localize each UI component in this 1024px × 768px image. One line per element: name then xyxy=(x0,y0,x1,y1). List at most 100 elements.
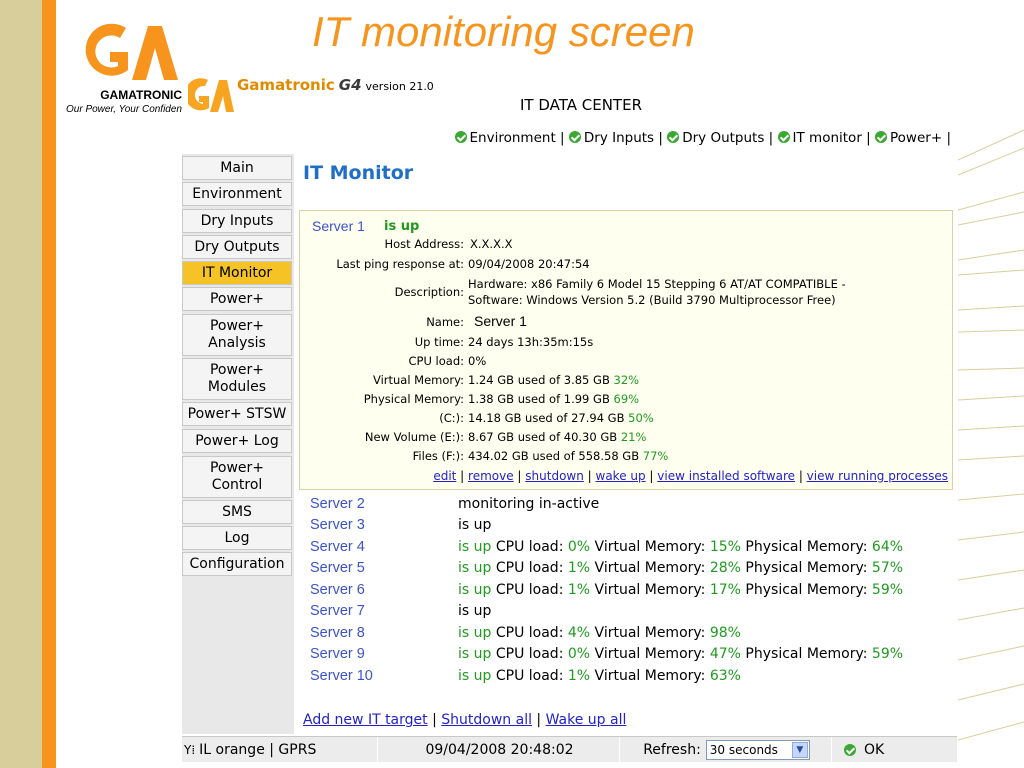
server-status: is up xyxy=(458,646,492,662)
pm-label: Physical Memory: xyxy=(745,582,868,598)
cpu-value: 4% xyxy=(567,625,591,641)
server-name[interactable]: Server 7 xyxy=(310,603,365,619)
virtual-memory-label: Virtual Memory: xyxy=(372,373,464,387)
top-nav-environment[interactable]: Environment xyxy=(454,130,556,146)
edit-link[interactable]: edit xyxy=(433,469,456,483)
main-content: IT Monitor Server 1 is up Host Address: … xyxy=(296,154,957,734)
host-address-row: Host Address: X.X.X.X xyxy=(300,235,954,253)
server-name[interactable]: Server 1 xyxy=(312,218,365,234)
refresh-selected-value: 30 seconds xyxy=(709,743,778,757)
cpu-load-value: 0% xyxy=(468,354,487,368)
server-name[interactable]: Server 9 xyxy=(310,646,365,662)
view-running-processes-link[interactable]: view running processes xyxy=(807,469,948,483)
cpu-label: CPU load: xyxy=(495,539,564,555)
add-it-target-link[interactable]: Add new IT target xyxy=(303,712,428,728)
server-name[interactable]: Server 8 xyxy=(310,625,365,641)
server-row: Server 9 is up CPU load: 0% Virtual Memo… xyxy=(296,644,957,664)
sidebar-item-power-stsw[interactable]: Power+ STSW xyxy=(182,402,292,426)
top-nav-label: IT monitor xyxy=(792,130,862,146)
sidebar-item-power-control[interactable]: Power+ Control xyxy=(182,456,292,498)
refresh-select[interactable]: 30 seconds ▼ xyxy=(705,740,810,760)
sidebar-item-dry-outputs[interactable]: Dry Outputs xyxy=(182,235,292,259)
vm-label: Virtual Memory: xyxy=(594,625,706,641)
status-datetime: 09/04/2008 20:48:02 xyxy=(380,737,620,762)
top-nav-it-monitor[interactable]: IT monitor xyxy=(777,130,862,146)
server-row: Server 5 is up CPU load: 1% Virtual Memo… xyxy=(296,558,957,578)
vm-value: 63% xyxy=(709,668,741,684)
server-name[interactable]: Server 2 xyxy=(310,496,365,512)
sidebar-item-sms[interactable]: SMS xyxy=(182,500,292,524)
server-name[interactable]: Server 6 xyxy=(310,582,365,598)
wake-up-all-link[interactable]: Wake up all xyxy=(546,712,627,728)
drive-c-used: 14.18 GB used of 27.94 GB xyxy=(468,411,625,425)
server-action-links: edit | remove | shutdown | wake up | vie… xyxy=(433,469,948,483)
server-row: Server 4 is up CPU load: 0% Virtual Memo… xyxy=(296,537,957,557)
top-nav-label: Environment xyxy=(469,130,556,146)
view-installed-software-link[interactable]: view installed software xyxy=(657,469,795,483)
check-circle-icon xyxy=(568,131,581,143)
sidebar-item-power-modules[interactable]: Power+ Modules xyxy=(182,358,292,400)
server-row: Server 3 is up xyxy=(296,515,957,535)
pm-value: 64% xyxy=(871,539,904,555)
app-logo-icon xyxy=(188,78,234,112)
sidebar-item-environment[interactable]: Environment xyxy=(182,182,292,206)
server-metrics: is up CPU load: 1% Virtual Memory: 17% P… xyxy=(458,582,903,598)
description-line-2: Software: Windows Version 5.2 (Build 379… xyxy=(468,293,836,307)
drive-e-label: New Volume (E:): xyxy=(364,430,464,444)
refresh-label: Refresh: xyxy=(643,742,701,758)
shutdown-all-link[interactable]: Shutdown all xyxy=(441,712,532,728)
sidebar-item-log[interactable]: Log xyxy=(182,526,292,550)
description-row: Description: Hardware: x86 Family 6 Mode… xyxy=(300,275,954,311)
top-nav-power-plus[interactable]: Power+ xyxy=(875,130,942,146)
sidebar-item-it-monitor[interactable]: IT Monitor xyxy=(182,261,292,285)
cpu-label: CPU load: xyxy=(495,582,564,598)
server-detail-panel: Server 1 is up Host Address: X.X.X.X Las… xyxy=(299,210,953,490)
virtual-memory-used: 1.24 GB used of 3.85 GB xyxy=(468,373,610,387)
top-nav-label: Dry Inputs xyxy=(583,130,655,146)
vm-value: 28% xyxy=(709,560,741,576)
cpu-value: 1% xyxy=(567,668,591,684)
top-nav-dry-outputs[interactable]: Dry Outputs xyxy=(667,130,764,146)
sidebar-item-configuration[interactable]: Configuration xyxy=(182,552,292,576)
server-name[interactable]: Server 10 xyxy=(310,668,373,684)
drive-f-used: 434.02 GB used of 558.58 GB xyxy=(468,449,640,463)
physical-memory-percent: 69% xyxy=(613,392,640,406)
cpu-label: CPU load: xyxy=(495,668,564,684)
chevron-down-icon[interactable]: ▼ xyxy=(791,742,808,758)
top-nav-label: Dry Outputs xyxy=(682,130,765,146)
drive-e-percent: 21% xyxy=(620,430,647,444)
sidebar-item-main[interactable]: Main xyxy=(182,156,292,180)
server-row: Server 10 is up CPU load: 1% Virtual Mem… xyxy=(296,666,957,686)
check-circle-icon xyxy=(844,744,856,756)
physical-memory-row: Physical Memory: 1.38 GB used of 1.99 GB… xyxy=(300,390,954,408)
pm-value: 57% xyxy=(871,560,904,576)
name-value: Server 1 xyxy=(474,313,527,329)
remove-link[interactable]: remove xyxy=(468,469,514,483)
slide-decorative-lines xyxy=(958,129,1024,741)
server-name[interactable]: Server 5 xyxy=(310,560,365,576)
name-label: Name: xyxy=(426,315,464,329)
pm-value: 59% xyxy=(871,582,904,598)
cpu-load-label: CPU load: xyxy=(408,354,465,368)
cpu-load-row: CPU load: 0% xyxy=(300,352,954,370)
top-nav-dry-inputs[interactable]: Dry Inputs xyxy=(568,130,655,146)
server-name[interactable]: Server 4 xyxy=(310,539,365,555)
system-status-label: OK xyxy=(864,742,885,758)
server-name[interactable]: Server 3 xyxy=(310,517,365,533)
sidebar-item-dry-inputs[interactable]: Dry Inputs xyxy=(182,209,292,233)
description-line-1: Hardware: x86 Family 6 Model 15 Stepping… xyxy=(468,277,846,291)
vm-label: Virtual Memory: xyxy=(594,582,706,598)
vm-value: 98% xyxy=(709,625,741,641)
drive-f-row: Files (F:): 434.02 GB used of 558.58 GB … xyxy=(300,447,954,465)
drive-c-label: (C:): xyxy=(439,411,464,425)
sidebar-item-power-analysis[interactable]: Power+ Analysis xyxy=(182,314,292,356)
name-row: Name: Server 1 xyxy=(300,313,954,333)
wake-up-link[interactable]: wake up xyxy=(596,469,646,483)
host-address-label: Host Address: xyxy=(384,237,464,251)
server-row: Server 6 is up CPU load: 1% Virtual Memo… xyxy=(296,580,957,600)
server-metrics: is up CPU load: 1% Virtual Memory: 28% P… xyxy=(458,560,903,576)
sidebar-item-power-plus[interactable]: Power+ xyxy=(182,287,292,311)
virtual-memory-value: 1.24 GB used of 3.85 GB 32% xyxy=(468,373,639,387)
sidebar-item-power-log[interactable]: Power+ Log xyxy=(182,429,292,453)
shutdown-link[interactable]: shutdown xyxy=(525,469,584,483)
